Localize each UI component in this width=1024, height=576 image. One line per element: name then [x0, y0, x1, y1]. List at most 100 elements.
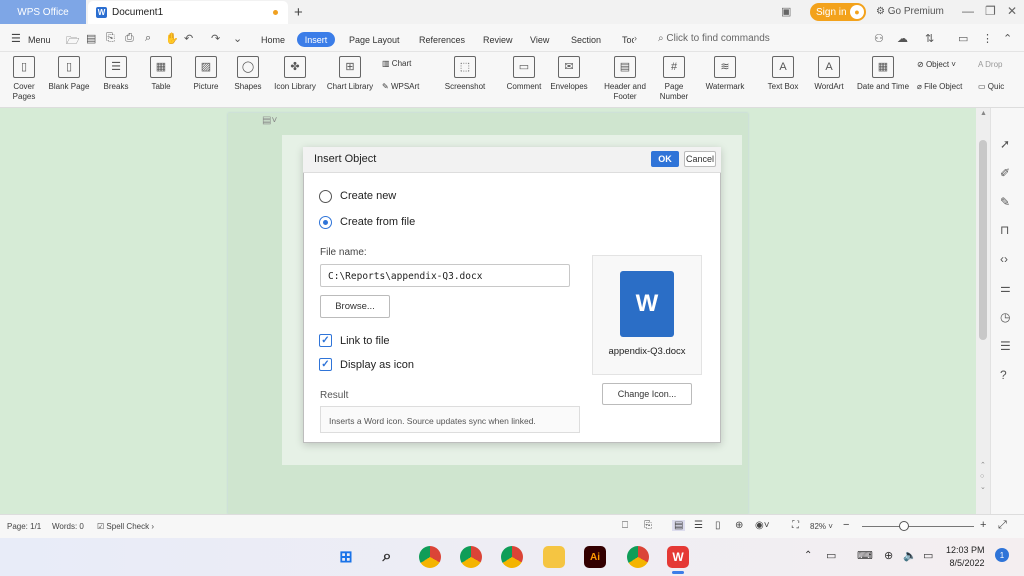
word-count[interactable]: Words: 0 — [52, 522, 84, 531]
cover-pages-button[interactable]: ▯ Cover Pages — [9, 56, 39, 102]
tabs-scroll-right-icon[interactable]: › — [634, 33, 637, 43]
create-from-file-label[interactable]: Create from file — [340, 216, 415, 228]
zoom-level[interactable]: 82% ˅ — [810, 522, 833, 531]
web-layout-icon[interactable]: ⊕ — [735, 520, 743, 531]
spell-check-toggle[interactable]: ☑ Spell Check › — [97, 522, 154, 531]
undo-icon[interactable]: ↶ — [184, 32, 193, 45]
watermark-button[interactable]: ≋ Watermark — [700, 56, 750, 92]
illustrator-icon[interactable]: Ai — [584, 546, 606, 568]
scrollbar-thumb[interactable] — [979, 140, 987, 340]
customize-chevron-icon[interactable]: ⌄ — [233, 32, 242, 45]
quick-parts-button[interactable]: ▭ Quic — [978, 82, 1024, 91]
menu-button[interactable]: Menu — [28, 35, 51, 45]
print-preview-icon[interactable]: ⌕ — [145, 32, 151, 45]
chart-button[interactable]: ▥ Chart — [382, 59, 411, 68]
tray-chevron-icon[interactable]: ⌃ — [804, 550, 812, 561]
page-layout-view-icon[interactable]: ⎘ — [644, 520, 652, 531]
tray-monitor-icon[interactable]: ▭ — [826, 549, 836, 562]
table-button[interactable]: ▦ Table — [145, 56, 177, 92]
scroll-up-icon[interactable]: ▲ — [980, 110, 987, 117]
page-number-button[interactable]: # Page Number — [652, 56, 696, 102]
save-icon[interactable]: ▤ — [86, 32, 96, 45]
chrome-icon[interactable] — [460, 546, 482, 568]
link-to-file-checkbox[interactable]: ✓ — [319, 334, 332, 347]
comment-icon[interactable]: ▭ — [958, 32, 968, 45]
screenshot-button[interactable]: ⬚ Screenshot — [440, 56, 490, 92]
select-cursor-icon[interactable]: ➚ — [1000, 137, 1010, 151]
envelopes-button[interactable]: ✉ Envelopes — [548, 56, 590, 92]
clock[interactable]: 12:03 PM 8/5/2022 — [946, 544, 985, 570]
tab-toc[interactable]: Toc — [622, 35, 634, 45]
wordart-button[interactable]: A WordArt — [808, 56, 850, 92]
tab-layout-icon[interactable]: ▣ — [781, 5, 791, 18]
page-nav-icons[interactable]: ⌃ ○ ⌄ — [980, 460, 986, 493]
fullscreen-icon[interactable]: ⤢ — [998, 519, 1007, 532]
date-time-button[interactable]: ▦ Date and Time — [856, 56, 910, 92]
document-tab[interactable]: W Document1 — [88, 1, 288, 24]
file-object-button[interactable]: ⌀ File Object — [917, 82, 962, 91]
hamburger-icon[interactable]: ☰ — [11, 32, 21, 45]
ok-button[interactable]: OK — [651, 151, 679, 167]
blank-page-button[interactable]: ▯ Blank Page — [45, 56, 93, 92]
style-icon[interactable]: ✐ — [1000, 166, 1010, 180]
taskbar-search-icon[interactable]: ⌕ — [376, 546, 398, 568]
sync-icon[interactable]: ⇅ — [925, 32, 934, 45]
battery-icon[interactable]: ▭ — [923, 549, 933, 562]
pen-icon[interactable]: ✎ — [1000, 195, 1010, 209]
wpsart-button[interactable]: ✎ WPSArt — [382, 82, 419, 91]
tab-section[interactable]: Section — [571, 35, 601, 45]
code-icon[interactable]: ‹› — [1000, 252, 1008, 266]
cloud-icon[interactable]: ☁ — [897, 32, 908, 45]
tab-view[interactable]: View — [530, 35, 549, 45]
chrome-icon[interactable] — [627, 546, 649, 568]
settings-sliders-icon[interactable]: ⚌ — [1000, 281, 1011, 295]
redo-icon[interactable]: ↷ — [211, 32, 220, 45]
wps-office-tab[interactable]: WPS Office — [0, 0, 86, 24]
browse-button[interactable]: Browse... — [320, 295, 390, 318]
tab-home[interactable]: Home — [261, 35, 285, 45]
page-count[interactable]: Page: 1/1 — [7, 522, 41, 531]
print-layout-icon[interactable]: ▤ — [672, 520, 686, 531]
read-mode-icon[interactable]: ▯ — [715, 520, 721, 531]
tab-references[interactable]: References — [419, 35, 465, 45]
history-icon[interactable]: ◷ — [1000, 310, 1010, 324]
eye-protection-icon[interactable]: ◉˅ — [755, 520, 770, 531]
icon-library-button[interactable]: ✤ Icon Library — [272, 56, 318, 92]
format-painter-icon[interactable]: ✋ — [165, 32, 179, 45]
zoom-slider-handle[interactable] — [899, 521, 909, 531]
chrome-icon[interactable] — [419, 546, 441, 568]
volume-icon[interactable]: 🔈 — [903, 549, 917, 562]
print-icon[interactable]: ⎙ — [125, 32, 134, 45]
go-premium-link[interactable]: ⚙ Go Premium — [876, 6, 944, 17]
notification-badge[interactable]: 1 — [995, 548, 1009, 562]
link-to-file-label[interactable]: Link to file — [340, 335, 390, 347]
chrome-icon[interactable] — [501, 546, 523, 568]
open-folder-icon[interactable]: 🗁 — [66, 32, 80, 51]
collapse-ribbon-icon[interactable]: ⌃ — [1003, 32, 1012, 45]
outline-view-icon[interactable]: ☰ — [694, 520, 703, 531]
change-icon-button[interactable]: Change Icon... — [602, 383, 692, 405]
minimize-button[interactable]: — — [962, 4, 974, 18]
chart-library-button[interactable]: ⊞ Chart Library — [324, 56, 376, 92]
tab-page-layout[interactable]: Page Layout — [349, 35, 400, 45]
create-from-file-radio[interactable] — [319, 216, 332, 229]
sign-in-button[interactable]: Sign in ● — [810, 3, 866, 21]
fit-page-icon[interactable]: ⛶ — [792, 520, 799, 531]
comment-button[interactable]: ▭ Comment — [504, 56, 544, 92]
zoom-in-button[interactable]: + — [980, 519, 986, 531]
text-box-button[interactable]: A Text Box — [763, 56, 803, 92]
drop-cap-button[interactable]: A Drop — [978, 60, 1024, 69]
display-as-icon-checkbox[interactable]: ✓ — [319, 358, 332, 371]
file-explorer-icon[interactable] — [543, 546, 565, 568]
export-icon[interactable]: ⎘ — [106, 32, 115, 45]
file-name-input[interactable]: C:\Reports\appendix-Q3.docx — [320, 264, 570, 287]
new-tab-button[interactable]: + — [294, 4, 303, 21]
keyboard-icon[interactable]: ⌨ — [857, 549, 873, 562]
zoom-out-button[interactable]: − — [843, 519, 849, 531]
picture-button[interactable]: ▨ Picture — [188, 56, 224, 92]
zoom-slider-track[interactable] — [862, 526, 974, 527]
restore-button[interactable]: ❐ — [985, 4, 996, 18]
shapes-button[interactable]: ◯ Shapes — [230, 56, 266, 92]
header-footer-button[interactable]: ▤ Header and Footer — [602, 56, 648, 102]
display-as-icon-label[interactable]: Display as icon — [340, 359, 414, 371]
